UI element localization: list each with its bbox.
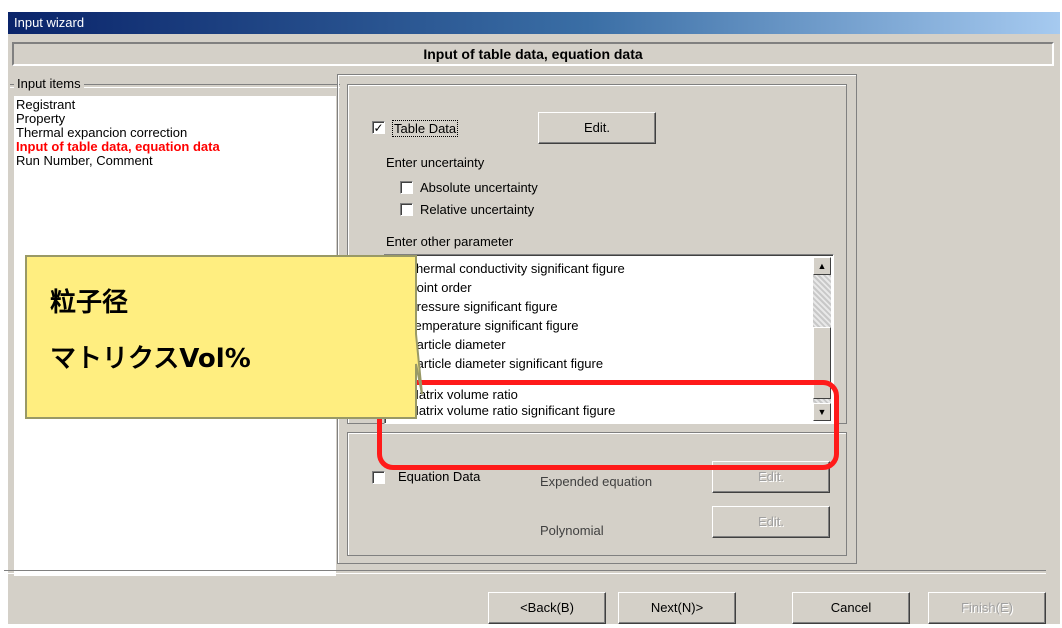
input-item-property[interactable]: Property	[16, 112, 334, 126]
callout-line-1: 粒子径	[50, 288, 129, 318]
footer-divider	[4, 570, 1046, 574]
cancel-button[interactable]: Cancel	[792, 592, 910, 624]
equation-data-checkbox[interactable]	[372, 471, 385, 484]
expanded-equation-label: Expended equation	[540, 474, 653, 489]
input-item-table-equation-data[interactable]: Input of table data, equation data	[16, 140, 334, 154]
enter-other-parameter-label: Enter other parameter	[386, 234, 514, 249]
page-title: Input of table data, equation data	[12, 42, 1054, 66]
input-items-group-label: Input items	[14, 76, 84, 91]
table-data-edit-button[interactable]: Edit.	[538, 112, 656, 144]
red-highlight-annotation	[377, 380, 839, 470]
absolute-uncertainty-checkbox[interactable]	[400, 181, 413, 194]
input-item-run-number-comment[interactable]: Run Number, Comment	[16, 154, 334, 168]
polynomial-edit-button[interactable]: Edit.	[712, 506, 830, 538]
callout-shape	[25, 255, 423, 419]
enter-uncertainty-label: Enter uncertainty	[386, 155, 485, 170]
table-data-checkbox[interactable]: ✓	[372, 121, 385, 134]
polynomial-label: Polynomial	[540, 523, 604, 538]
back-button[interactable]: <Back(B)	[488, 592, 606, 624]
window-title: Input wizard	[8, 12, 1060, 34]
equation-data-label: Equation Data	[398, 469, 481, 484]
input-item-thermal-expansion[interactable]: Thermal expancion correction	[16, 126, 334, 140]
relative-uncertainty-label: Relative uncertainty	[420, 202, 535, 217]
absolute-uncertainty-label: Absolute uncertainty	[420, 180, 538, 195]
relative-uncertainty-checkbox[interactable]	[400, 203, 413, 216]
scroll-up-icon[interactable]: ▲	[813, 257, 831, 275]
callout-line-2: マトリクスVol%	[50, 344, 251, 374]
finish-button[interactable]: Finish(E)	[928, 592, 1046, 624]
input-item-registrant[interactable]: Registrant	[16, 98, 334, 112]
next-button[interactable]: Next(N)>	[618, 592, 736, 624]
table-data-label: Table Data	[392, 120, 459, 137]
